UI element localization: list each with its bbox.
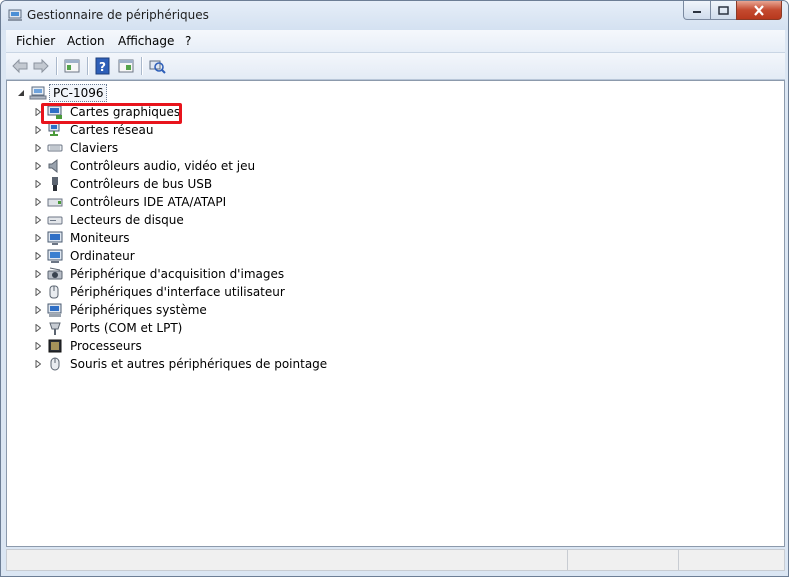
svg-text:?: ? [99, 60, 106, 74]
maximize-button[interactable] [710, 1, 737, 20]
expand-triangle-icon[interactable] [35, 288, 41, 296]
tree-item[interactable]: Processeurs [35, 337, 635, 355]
tree-item-label: Contrôleurs de bus USB [70, 177, 213, 191]
minimize-icon [693, 11, 701, 13]
tree-item-label: Souris et autres périphériques de pointa… [70, 357, 328, 371]
expand-triangle-icon[interactable] [35, 198, 41, 206]
expand-triangle-icon[interactable] [35, 342, 41, 350]
tree-item-label: Périphériques d'interface utilisateur [70, 285, 285, 299]
status-bar [6, 549, 785, 571]
tree-item[interactable]: Périphériques système [35, 301, 635, 319]
expand-triangle-icon[interactable] [35, 216, 41, 224]
tree-item-label: Cartes réseau [70, 123, 154, 137]
expand-triangle-icon[interactable] [35, 144, 41, 152]
tree-item-label: Périphériques système [70, 303, 207, 317]
title-bar[interactable]: Gestionnaire de périphériques [1, 1, 788, 30]
forward-arrow-icon[interactable] [32, 57, 50, 75]
tree-item[interactable]: Ordinateur [35, 247, 635, 265]
close-icon [754, 4, 764, 16]
expand-triangle-icon[interactable] [35, 270, 41, 278]
menu-help[interactable]: ? [185, 34, 191, 48]
expand-triangle-icon[interactable] [35, 180, 41, 188]
device-tree[interactable]: PC-1096 Cartes graphiques Cartes réseau Cl… [6, 80, 785, 547]
tree-item-label: Ordinateur [70, 249, 135, 263]
system-device-icon [47, 303, 62, 317]
computer-icon [29, 86, 47, 100]
hid-icon [49, 285, 59, 299]
properties-icon[interactable] [117, 57, 135, 75]
port-icon [49, 322, 61, 335]
expand-triangle-icon[interactable] [35, 126, 41, 134]
toolbar-separator [141, 57, 143, 75]
expand-triangle-icon[interactable] [35, 306, 41, 314]
toolbar-separator [56, 57, 58, 75]
device-manager-icon [8, 9, 22, 21]
tree-item-label: Ports (COM et LPT) [70, 321, 183, 335]
mouse-icon [50, 357, 60, 371]
minimize-button[interactable] [683, 1, 711, 20]
computer-monitor-icon [47, 249, 63, 263]
tree-item-label: Contrôleurs IDE ATA/ATAPI [70, 195, 227, 209]
tree-item[interactable]: Périphérique d'acquisition d'images [35, 265, 635, 283]
expand-triangle-icon[interactable] [35, 252, 41, 260]
maximize-icon [718, 5, 729, 15]
network-adapter-icon [48, 122, 60, 136]
collapse-triangle-icon[interactable] [17, 89, 25, 97]
tree-item-label: Moniteurs [70, 231, 130, 245]
processor-icon [48, 339, 62, 353]
camera-icon [47, 267, 63, 280]
speaker-icon [48, 158, 58, 174]
menu-affichage[interactable]: Affichage [118, 34, 174, 48]
tree-item-label: Processeurs [70, 339, 142, 353]
usb-icon [52, 177, 58, 191]
ide-controller-icon [47, 198, 63, 207]
tree-item[interactable]: Périphériques d'interface utilisateur [35, 283, 635, 301]
help-icon[interactable]: ? [94, 57, 112, 75]
close-button[interactable] [736, 1, 782, 20]
window-title: Gestionnaire de périphériques [27, 8, 209, 22]
tree-item[interactable]: Moniteurs [35, 229, 635, 247]
tree-item-label: Contrôleurs audio, vidéo et jeu [70, 159, 256, 173]
tree-item[interactable]: Souris et autres périphériques de pointa… [35, 355, 635, 373]
expand-triangle-icon[interactable] [35, 162, 41, 170]
scan-hardware-icon[interactable] [148, 57, 166, 75]
toolbar-separator [87, 57, 89, 75]
tree-item[interactable]: Contrôleurs audio, vidéo et jeu [35, 157, 635, 175]
menu-fichier[interactable]: Fichier [16, 34, 55, 48]
expand-triangle-icon[interactable] [35, 360, 41, 368]
expand-triangle-icon[interactable] [35, 324, 41, 332]
highlight-box [41, 103, 182, 124]
tree-item[interactable]: Contrôleurs de bus USB [35, 175, 635, 193]
menu-bar: Fichier Action Affichage ? [6, 30, 785, 53]
back-arrow-icon[interactable] [11, 57, 29, 75]
tree-root-label: PC-1096 [49, 84, 108, 102]
tree-item[interactable]: Contrôleurs IDE ATA/ATAPI [35, 193, 635, 211]
toolbar: ? [6, 53, 785, 80]
tree-item-label: Périphérique d'acquisition d'images [70, 267, 285, 281]
keyboard-icon [47, 144, 63, 152]
menu-action[interactable]: Action [67, 34, 105, 48]
console-tree-icon[interactable] [63, 57, 81, 75]
tree-item[interactable]: Ports (COM et LPT) [35, 319, 635, 337]
monitor-icon [47, 231, 63, 245]
tree-item-label: Claviers [70, 141, 119, 155]
disk-drive-icon [47, 216, 63, 225]
tree-item[interactable]: Lecteurs de disque [35, 211, 635, 229]
device-manager-window: Gestionnaire de périphériques Fichier Ac… [0, 0, 789, 577]
expand-triangle-icon[interactable] [35, 234, 41, 242]
status-cell-secondary [568, 550, 679, 570]
tree-item-label: Lecteurs de disque [70, 213, 184, 227]
tree-item[interactable]: Claviers [35, 139, 635, 157]
status-cell-main [7, 550, 568, 570]
